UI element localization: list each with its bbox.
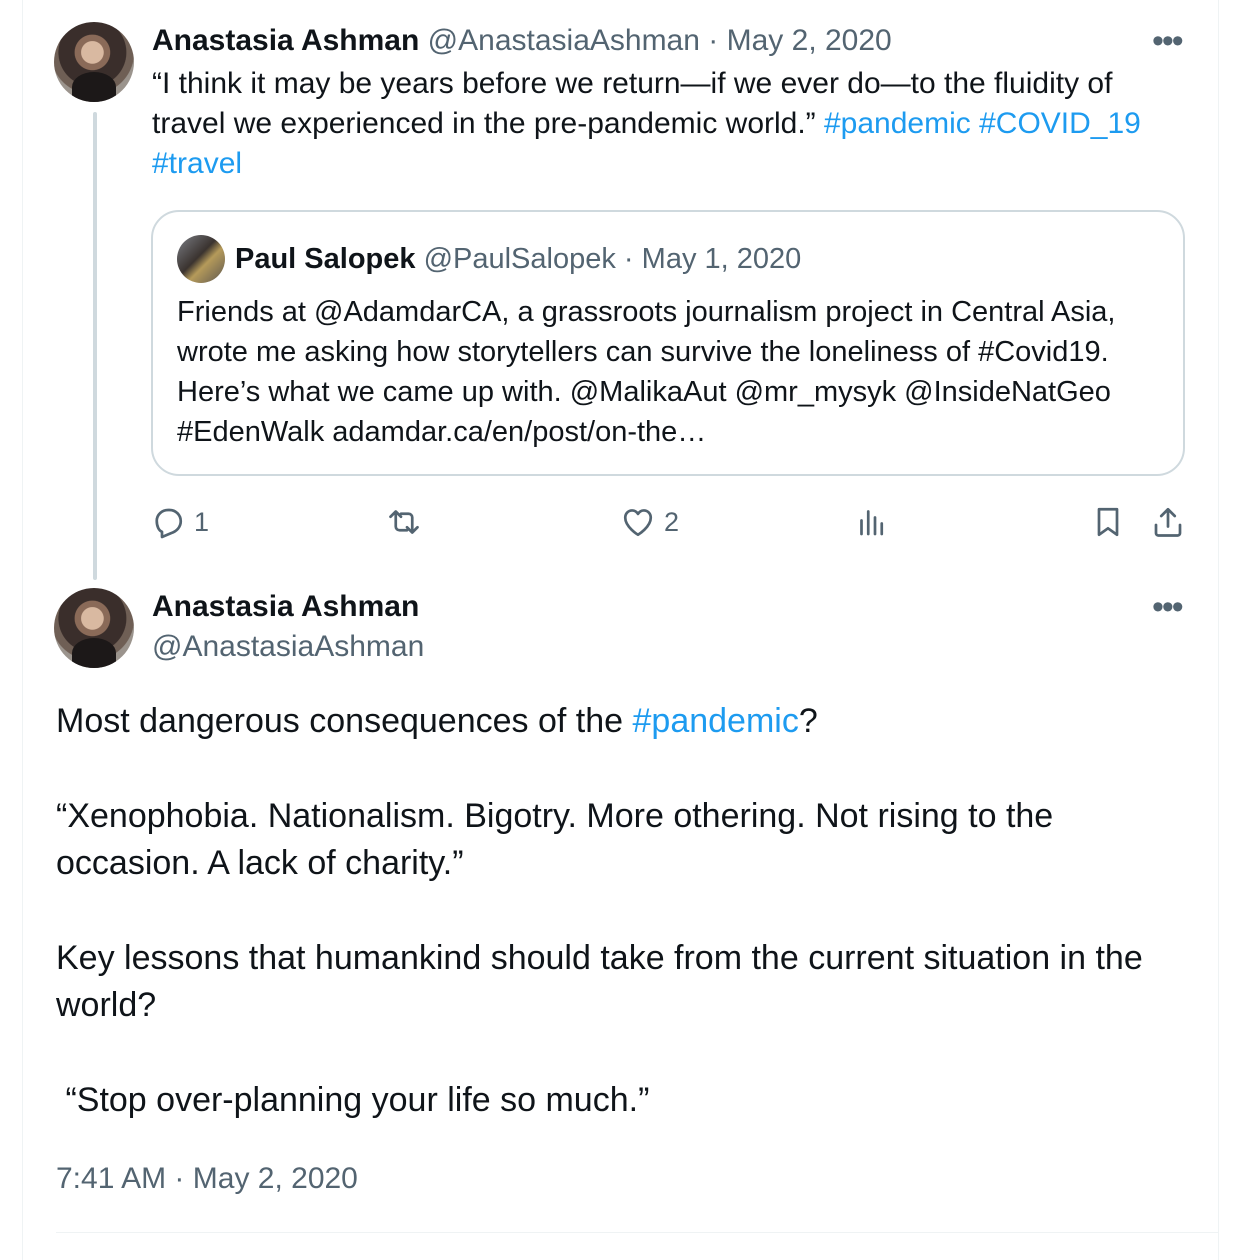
avatar[interactable]: [54, 22, 134, 102]
author-name[interactable]: Anastasia Ashman: [152, 588, 419, 626]
reply-icon: [155, 508, 183, 539]
tweet-text: “I think it may be years before we retur…: [152, 64, 1192, 184]
text-segment: Most dangerous consequences of the: [56, 702, 633, 740]
avatar[interactable]: [54, 588, 134, 668]
more-icon[interactable]: •••: [1152, 24, 1184, 58]
like-icon: [623, 509, 653, 537]
views-icon: [860, 510, 884, 536]
reply-button[interactable]: 1: [150, 502, 209, 542]
quote-date[interactable]: May 1, 2020: [642, 243, 802, 275]
quote-author-name[interactable]: Paul Salopek: [235, 243, 416, 275]
tweet-paragraph: “Xenophobia. Nationalism. Bigotry. More …: [56, 797, 1054, 882]
bookmark-button[interactable]: [1090, 502, 1126, 542]
hashtag-link[interactable]: #pandemic: [633, 702, 799, 740]
tweet-header: Anastasia Ashman @AnastasiaAshman · May …: [152, 22, 892, 60]
share-icon: [1154, 507, 1182, 537]
views-button[interactable]: [854, 502, 890, 542]
hashtag-link[interactable]: #pandemic: [824, 107, 971, 140]
tweet-text: Most dangerous consequences of the #pand…: [56, 698, 1206, 1124]
tweet-paragraph: “Stop over-planning your life so much.”: [56, 1081, 650, 1119]
like-button[interactable]: 2: [620, 502, 679, 542]
more-icon[interactable]: •••: [1152, 590, 1184, 624]
divider: [56, 1232, 1218, 1233]
reply-count: 1: [194, 506, 210, 537]
quote-avatar[interactable]: [177, 235, 225, 283]
share-button[interactable]: [1150, 502, 1186, 542]
author-handle[interactable]: @AnastasiaAshman: [152, 628, 424, 666]
tweet-time: 7:41 AM: [56, 1162, 167, 1195]
timeline-right-border: [1218, 0, 1219, 1260]
hashtag-link[interactable]: #COVID_19: [979, 107, 1141, 140]
tweet-timestamp[interactable]: 7:41 AM · May 2, 2020: [56, 1160, 358, 1198]
tweet-paragraph: Most dangerous consequences of the #pand…: [56, 698, 1206, 745]
author-handle[interactable]: @AnastasiaAshman: [428, 24, 700, 57]
separator: ·: [623, 243, 634, 275]
quote-author-handle[interactable]: @PaulSalopek: [424, 243, 616, 275]
quote-header: Paul Salopek @PaulSalopek · May 1, 2020: [235, 240, 801, 278]
thread-connector-line: [93, 112, 97, 580]
hashtag-link[interactable]: #travel: [152, 147, 242, 180]
separator: ·: [708, 24, 719, 57]
retweet-icon: [389, 510, 419, 534]
retweet-button[interactable]: [386, 502, 430, 542]
tweet-paragraph: Key lessons that humankind should take f…: [56, 939, 1143, 1024]
author-name[interactable]: Anastasia Ashman: [152, 24, 419, 57]
bookmark-icon: [1097, 507, 1119, 537]
text-segment: ?: [798, 702, 818, 740]
quoted-tweet-card[interactable]: Paul Salopek @PaulSalopek · May 1, 2020 …: [151, 210, 1185, 476]
tweet-date[interactable]: May 2, 2020: [727, 24, 892, 57]
tweet-date: May 2, 2020: [192, 1162, 358, 1195]
quote-text: Friends at @AdamdarCA, a grassroots jour…: [177, 296, 1116, 448]
like-count: 2: [664, 506, 680, 537]
separator: ·: [174, 1162, 185, 1195]
timeline-left-border: [22, 0, 23, 1260]
